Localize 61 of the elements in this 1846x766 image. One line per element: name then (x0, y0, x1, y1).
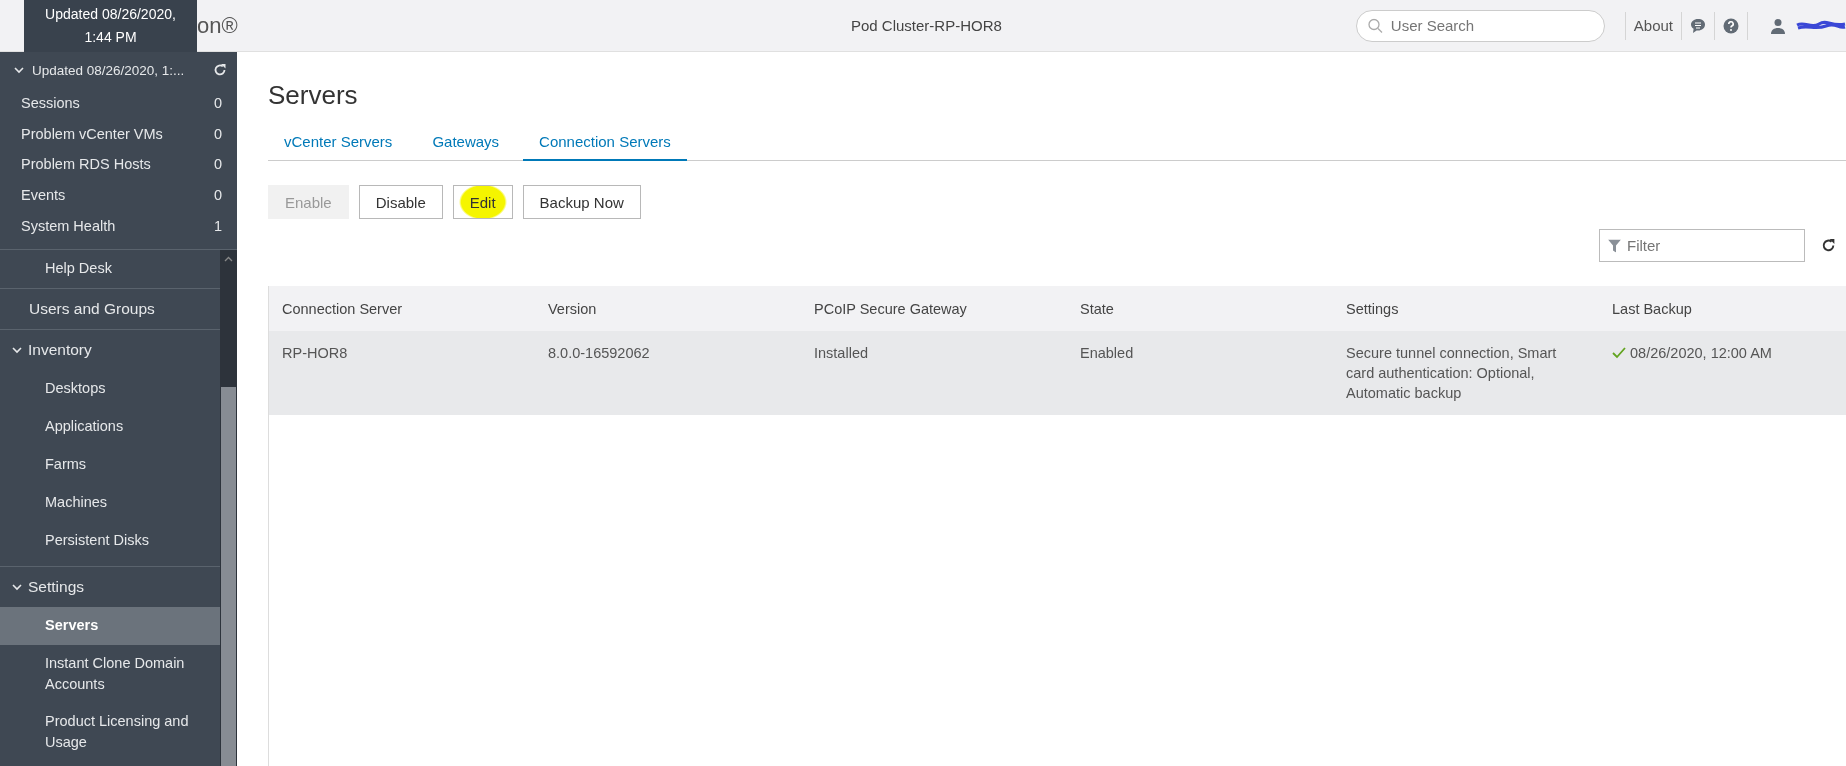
filter-icon (1608, 239, 1621, 252)
column-header[interactable]: State (1067, 300, 1333, 317)
table-cell-text: RP-HOR8 (281, 344, 349, 363)
user-icon[interactable] (1770, 17, 1786, 34)
column-header[interactable]: Connection Server (269, 300, 535, 317)
pod-title: Pod Cluster-RP-HOR8 (849, 17, 1003, 34)
scroll-thumb[interactable] (221, 386, 236, 766)
column-header[interactable]: PCoIP Secure Gateway (801, 300, 1067, 317)
nav-item[interactable]: Desktops (0, 369, 220, 408)
nav-group-label[interactable]: Settings (28, 577, 84, 596)
nav-item[interactable]: Help Desk (0, 249, 220, 288)
about-link[interactable]: About (1633, 17, 1673, 34)
refresh-icon[interactable] (1821, 238, 1836, 253)
column-header[interactable]: Last Backup (1599, 300, 1846, 317)
nav-item[interactable]: Instant Clone Domain Accounts (0, 644, 220, 703)
summary-count: 0 (213, 187, 222, 204)
table-cell-text: Enabled (1079, 344, 1135, 363)
table-cell-text: Secure tunnel connection, Smart card authentication: Optional, Automatic backup (1345, 344, 1558, 403)
column-header[interactable]: Version (535, 300, 801, 317)
nav-item[interactable]: Farms (0, 445, 220, 484)
nav-item[interactable]: Servers (0, 606, 220, 645)
summary-label[interactable]: Events (21, 187, 66, 204)
nav-item[interactable]: Users and Groups (0, 288, 220, 329)
tab[interactable]: Connection Servers (523, 125, 687, 161)
logo-text: on® (197, 12, 239, 39)
tab[interactable]: vCenter Servers (268, 125, 409, 161)
summary-label[interactable]: Problem RDS Hosts (21, 156, 151, 173)
scrollbar[interactable] (220, 249, 237, 766)
column-header[interactable]: Settings (1333, 300, 1599, 317)
nav-item[interactable]: Applications (0, 407, 220, 446)
summary-count: 1 (213, 217, 222, 234)
summary-count: 0 (213, 125, 222, 142)
summary-count: 0 (213, 95, 222, 112)
search-field[interactable]: User Search (1355, 9, 1605, 42)
summary-label[interactable]: Sessions (21, 95, 80, 112)
table-row[interactable]: RP-HOR8 8.0.0-16592062 Installed Enabled Secure tunnel connection, Smart card authentication: Optional, Automatic backup 08/26/2020, 12:00 AM (269, 331, 1846, 415)
action-button[interactable]: Disable (358, 185, 443, 219)
chevron-icon[interactable] (12, 345, 22, 354)
chevron-icon[interactable] (14, 66, 24, 74)
table-cell-text: 08/26/2020, 12:00 AM (1630, 344, 1772, 363)
tooltip: Updated 08/26/2020, 1:44 PM (24, 0, 197, 52)
summary-label[interactable]: System Health (21, 217, 116, 234)
scroll-up-icon[interactable] (224, 255, 233, 262)
updated-label: Updated 08/26/2020, 1:... (32, 62, 186, 78)
action-button[interactable]: Backup Now (522, 185, 641, 219)
search-icon (1367, 18, 1383, 33)
summary-count: 0 (213, 156, 222, 173)
summary-label[interactable]: Problem vCenter VMs (21, 125, 163, 142)
nav-item[interactable]: Persistent Disks (0, 521, 220, 560)
table-cell-text: Installed (813, 344, 869, 363)
page-title: Servers (268, 80, 359, 111)
chat-icon[interactable] (1690, 17, 1706, 34)
nav-group-label[interactable]: Inventory (28, 340, 92, 359)
table-cell-text: 8.0.0-16592062 (547, 344, 651, 363)
action-button[interactable]: Edit (452, 185, 513, 219)
nav-item[interactable]: Machines (0, 483, 220, 522)
chevron-icon[interactable] (12, 582, 22, 591)
nav-item[interactable]: Product Licensing and Usage (0, 702, 220, 761)
filter-field[interactable]: Filter (1599, 229, 1805, 262)
tab[interactable]: Gateways (416, 125, 516, 161)
help-icon[interactable] (1723, 17, 1739, 34)
